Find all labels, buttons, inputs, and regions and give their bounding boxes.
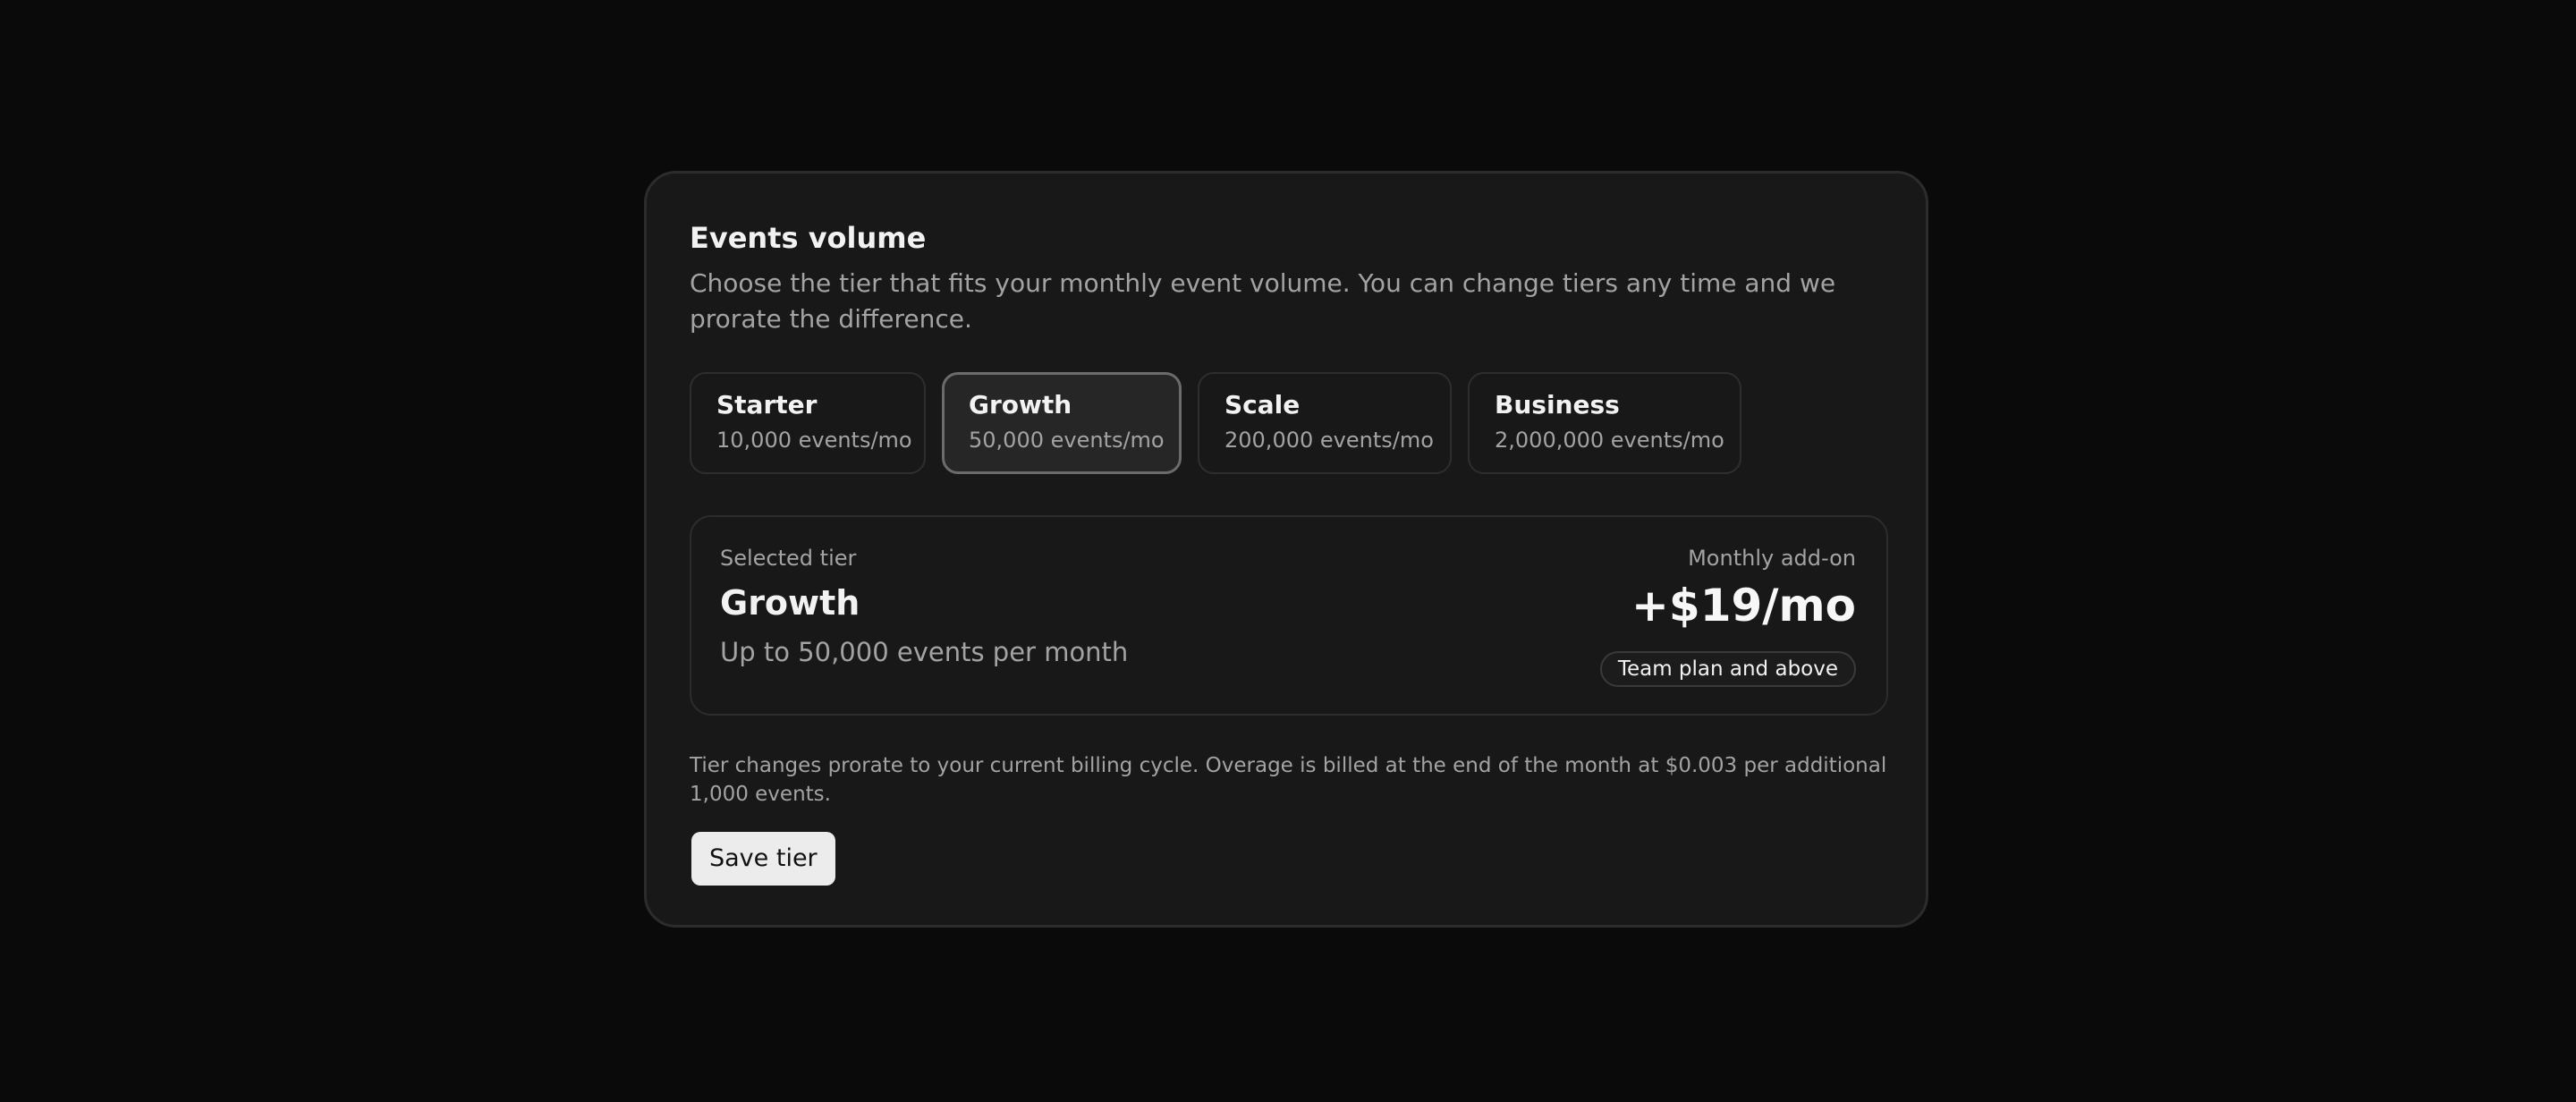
selected-tier-label: Selected tier bbox=[720, 546, 857, 571]
tier-option-growth[interactable]: Growth 50,000 events/mo bbox=[942, 372, 1182, 474]
tier-events: 200,000 events/mo bbox=[1224, 428, 1434, 453]
monthly-addon-label: Monthly add-on bbox=[1688, 546, 1856, 571]
tier-name: Business bbox=[1495, 390, 1620, 420]
billing-note: Tier changes prorate to your current bil… bbox=[690, 754, 1887, 806]
selected-tier-summary: Selected tier Growth Up to 50,000 events… bbox=[690, 515, 1888, 716]
panel-description: Choose the tier that fits your monthly e… bbox=[690, 268, 1836, 334]
tier-options: Starter 10,000 events/mo Growth 50,000 e… bbox=[690, 372, 1741, 474]
tier-option-scale[interactable]: Scale 200,000 events/mo bbox=[1198, 372, 1452, 474]
tier-option-starter[interactable]: Starter 10,000 events/mo bbox=[690, 372, 926, 474]
tier-name: Scale bbox=[1224, 390, 1301, 420]
tier-events: 50,000 events/mo bbox=[969, 428, 1165, 453]
monthly-addon-price: +$19/mo bbox=[1631, 580, 1856, 632]
tier-events: 2,000,000 events/mo bbox=[1495, 428, 1724, 453]
tier-option-business[interactable]: Business 2,000,000 events/mo bbox=[1468, 372, 1741, 474]
plan-requirement-badge: Team plan and above bbox=[1599, 651, 1856, 687]
events-volume-card: Events volume Choose the tier that fits … bbox=[644, 171, 1928, 928]
save-tier-button[interactable]: Save tier bbox=[691, 832, 835, 886]
tier-events: 10,000 events/mo bbox=[716, 428, 912, 453]
tier-name: Growth bbox=[969, 390, 1072, 420]
tier-name: Starter bbox=[716, 390, 818, 420]
selected-tier-name: Growth bbox=[720, 583, 860, 623]
panel-title: Events volume bbox=[690, 221, 927, 255]
selected-tier-description: Up to 50,000 events per month bbox=[720, 637, 1129, 667]
